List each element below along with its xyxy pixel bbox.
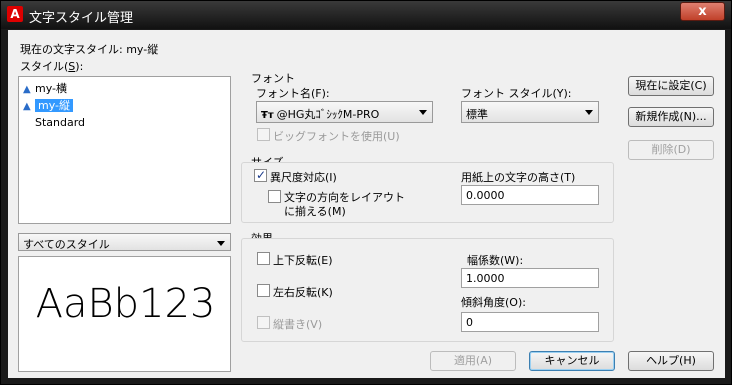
font-style-label: フォント スタイル(Y): bbox=[461, 87, 572, 100]
paper-height-input[interactable]: 0.0000 bbox=[461, 185, 599, 205]
current-style-label: 現在の文字スタイル: my-縦 bbox=[20, 43, 159, 56]
width-factor-label: 幅係数(W): bbox=[467, 254, 524, 267]
chevron-down-icon bbox=[217, 241, 225, 246]
chevron-down-icon bbox=[585, 110, 593, 115]
bigfont-checkbox[interactable] bbox=[257, 128, 270, 141]
styles-label: スタイル(S): bbox=[20, 60, 84, 73]
truetype-font-icon: Ŧт bbox=[261, 110, 274, 121]
font-style-dropdown[interactable]: 標準 bbox=[461, 101, 599, 123]
style-filter-dropdown[interactable]: すべてのスタイル bbox=[18, 233, 231, 251]
style-preview: AaBb123 bbox=[18, 256, 231, 372]
bigfont-label: ビッグフォントを使用(U) bbox=[273, 130, 400, 143]
window-title: 文字スタイル管理 bbox=[29, 11, 134, 26]
autocad-app-icon: A bbox=[7, 6, 23, 22]
chevron-down-icon bbox=[419, 110, 427, 115]
backwards-checkbox[interactable] bbox=[257, 284, 270, 297]
match-layout-checkbox[interactable] bbox=[268, 190, 281, 203]
close-button[interactable]: x bbox=[680, 2, 725, 21]
font-group-label: フォント bbox=[251, 72, 295, 85]
cancel-button[interactable]: キャンセル bbox=[529, 351, 615, 371]
width-factor-input[interactable]: 1.0000 bbox=[461, 268, 599, 288]
apply-button[interactable]: 適用(A) bbox=[430, 351, 516, 371]
upside-down-checkbox[interactable] bbox=[257, 252, 270, 265]
style-item-standard[interactable]: Standard bbox=[23, 115, 85, 130]
vertical-label: 縦書き(V) bbox=[273, 318, 323, 331]
annotative-checkbox[interactable] bbox=[254, 168, 267, 182]
new-style-button[interactable]: 新規作成(N)... bbox=[628, 107, 714, 127]
styles-list[interactable]: ▲ my-横 ▲ my-縦 Standard bbox=[18, 76, 231, 224]
annotative-icon: ▲ bbox=[23, 84, 31, 95]
font-name-label: フォント名(F): bbox=[256, 87, 330, 100]
set-current-button[interactable]: 現在に設定(C) bbox=[628, 76, 714, 96]
oblique-angle-input[interactable]: 0 bbox=[461, 312, 599, 332]
style-item-my-yoko[interactable]: ▲ my-横 bbox=[23, 81, 67, 96]
delete-button[interactable]: 削除(D) bbox=[628, 140, 714, 160]
preview-text: AaBb123 bbox=[35, 281, 216, 327]
upside-down-label: 上下反転(E) bbox=[273, 254, 333, 267]
font-name-dropdown[interactable]: Ŧт @HG丸ｺﾞｼｯｸM-PRO bbox=[256, 101, 433, 123]
match-layout-label-2: に揃える(M) bbox=[284, 205, 346, 218]
vertical-checkbox[interactable] bbox=[257, 316, 270, 329]
dialog-client-area: 現在の文字スタイル: my-縦 スタイル(S): ▲ my-横 ▲ my-縦 Sta… bbox=[8, 30, 725, 378]
oblique-angle-label: 傾斜角度(O): bbox=[461, 296, 526, 309]
backwards-label: 左右反転(K) bbox=[273, 286, 333, 299]
help-button[interactable]: ヘルプ(H) bbox=[628, 351, 714, 371]
paper-height-label: 用紙上の文字の高さ(T) bbox=[461, 171, 576, 184]
title-bar[interactable]: A 文字スタイル管理 x bbox=[1, 1, 731, 29]
annotative-label: 異尺度対応(I) bbox=[270, 171, 337, 184]
dialog-window: A 文字スタイル管理 x 現在の文字スタイル: my-縦 スタイル(S): ▲ m… bbox=[0, 0, 732, 385]
style-item-my-tate[interactable]: ▲ my-縦 bbox=[23, 98, 74, 113]
annotative-icon: ▲ bbox=[23, 101, 31, 112]
